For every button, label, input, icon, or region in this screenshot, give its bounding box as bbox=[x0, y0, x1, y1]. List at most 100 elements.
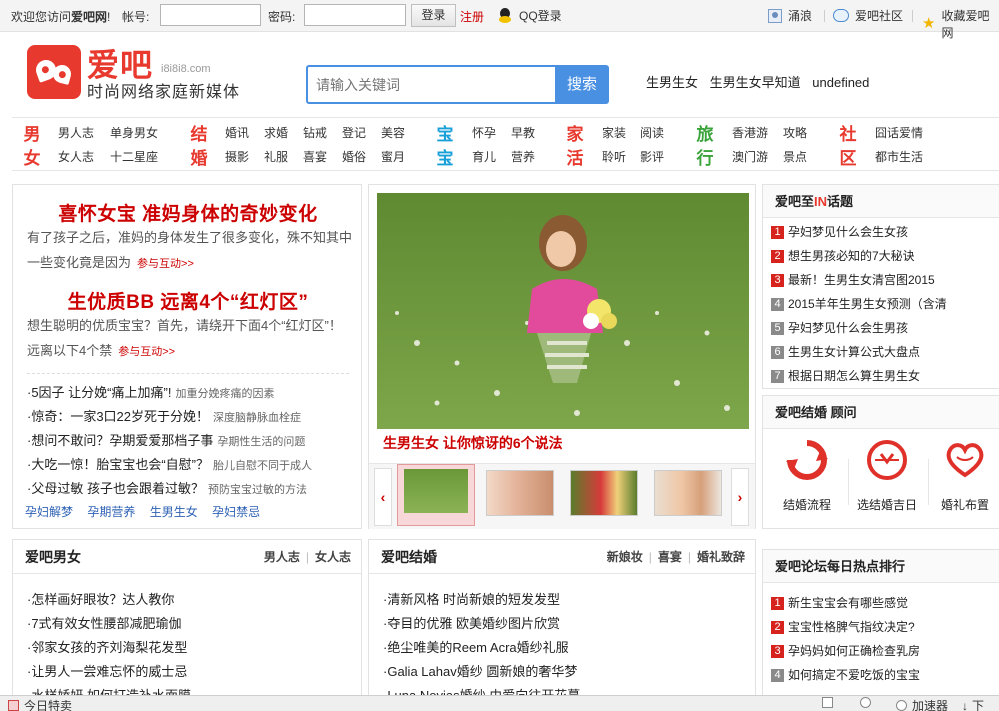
nav-link[interactable]: 蜜月 bbox=[381, 148, 405, 165]
list-item[interactable]: 1 孕妇梦见什么会生女孩 bbox=[771, 220, 999, 244]
wedding-decor-link[interactable]: 婚礼布置 bbox=[927, 437, 999, 513]
list-item[interactable]: ·大吃一惊！胎宝宝也会“自慰”？ 胎儿自慰不同于成人 bbox=[27, 453, 357, 477]
tag-link[interactable]: 生男生女 bbox=[150, 505, 198, 519]
list-item[interactable]: ·5因子 让分娩“痛上加痛”! 加重分娩疼痛的因素 bbox=[27, 381, 357, 405]
tag-link[interactable]: 孕妇解梦 bbox=[25, 505, 73, 519]
featured-title[interactable]: 喜怀女宝 准妈身体的奇妙变化 bbox=[13, 199, 363, 226]
thumbnail[interactable] bbox=[397, 464, 475, 526]
download-button[interactable]: ↓ 下 bbox=[962, 697, 984, 711]
wedding-date-link[interactable]: 选结婚吉日 bbox=[849, 437, 925, 513]
nav-link[interactable]: 婚讯 bbox=[225, 124, 249, 141]
slider-photo[interactable] bbox=[377, 193, 749, 429]
nav-link[interactable]: 十二星座 bbox=[110, 148, 158, 165]
list-item[interactable]: ·想问不敢问？孕期爱爱那档子事 孕期性生活的问题 bbox=[27, 429, 357, 453]
nav-category[interactable]: 旅行 bbox=[695, 123, 715, 171]
nav-link[interactable]: 求婚 bbox=[264, 124, 288, 141]
nav-link[interactable]: 单身男女 bbox=[110, 124, 158, 141]
logo-icon[interactable] bbox=[27, 45, 81, 99]
list-item[interactable]: 5 孕妇梦见什么会生男孩 bbox=[771, 316, 999, 340]
nav-link[interactable]: 男人志 bbox=[58, 124, 94, 141]
list-item[interactable]: 3 最新！生男生女清宫图2015 bbox=[771, 268, 999, 292]
list-item[interactable]: 4 如何搞定不爱吃饭的宝宝 bbox=[771, 663, 999, 687]
list-item[interactable]: ·邻家女孩的齐刘海梨花发型 bbox=[27, 636, 357, 660]
account-input[interactable] bbox=[160, 4, 261, 26]
nav-link[interactable]: 阅读 bbox=[640, 124, 664, 141]
nav-link[interactable]: 香港游 bbox=[732, 124, 768, 141]
community-link[interactable]: 爱吧社区 bbox=[833, 7, 903, 24]
thumbnail[interactable] bbox=[654, 470, 722, 516]
user-link[interactable]: 涌浪 bbox=[768, 7, 812, 24]
register-link[interactable]: 注册 bbox=[460, 8, 484, 25]
nav-link[interactable]: 登记 bbox=[342, 124, 366, 141]
list-item[interactable]: 7 根据日期怎么算生男生女 bbox=[771, 364, 999, 388]
list-item[interactable]: 2 想生男孩必知的7大秘诀 bbox=[771, 244, 999, 268]
login-button[interactable]: 登录 bbox=[411, 4, 456, 27]
section-link[interactable]: 婚礼致辞 bbox=[682, 550, 745, 564]
nav-link[interactable]: 美容 bbox=[381, 124, 405, 141]
tag-link[interactable]: 孕期营养 bbox=[87, 505, 135, 519]
nav-link[interactable]: 早教 bbox=[511, 124, 535, 141]
section-link[interactable]: 喜宴 bbox=[643, 550, 682, 564]
hot-link[interactable]: undefined bbox=[812, 75, 869, 90]
list-item[interactable]: 1 新生宝宝会有哪些感觉 bbox=[771, 591, 999, 615]
nav-link[interactable]: 育儿 bbox=[472, 148, 496, 165]
list-item[interactable]: 4 2015羊年生男生女预测（含清 bbox=[771, 292, 999, 316]
list-item[interactable]: 6 生男生女计算公式大盘点 bbox=[771, 340, 999, 364]
nav-link[interactable]: 钻戒 bbox=[303, 124, 327, 141]
favorite-link[interactable]: ★ 收藏爱吧网 bbox=[922, 7, 999, 41]
nav-link[interactable]: 聆听 bbox=[602, 148, 626, 165]
next-arrow-icon[interactable]: › bbox=[731, 468, 749, 526]
hot-link[interactable]: 生男生女 bbox=[646, 75, 698, 90]
list-item[interactable]: 2 宝宝性格脾气指纹决定? bbox=[771, 615, 999, 639]
section-link[interactable]: 新娘妆 bbox=[607, 550, 643, 564]
nav-link[interactable]: 喜宴 bbox=[303, 148, 327, 165]
list-item[interactable]: ·7式有效女性腰部减肥瑜伽 bbox=[27, 612, 357, 636]
list-item[interactable]: ·Galia Lahav婚纱 圆新娘的奢华梦 bbox=[383, 660, 713, 684]
qq-login-link[interactable]: QQ登录 bbox=[497, 7, 562, 24]
featured-title[interactable]: 生优质BB 远离4个“红灯区” bbox=[13, 287, 363, 314]
nav-link[interactable]: 婚俗 bbox=[342, 148, 366, 165]
nav-link[interactable]: 攻略 bbox=[783, 124, 807, 141]
slider-caption[interactable]: 生男生女 让你惊讶的6个说法 bbox=[383, 433, 563, 453]
nav-link[interactable]: 摄影 bbox=[225, 148, 249, 165]
hot-link[interactable]: 生男生女早知道 bbox=[710, 75, 801, 90]
wedding-process-link[interactable]: 结婚流程 bbox=[769, 437, 845, 513]
refresh-icon[interactable] bbox=[860, 697, 871, 708]
nav-link[interactable]: 澳门游 bbox=[732, 148, 768, 165]
prev-arrow-icon[interactable]: ‹ bbox=[374, 468, 392, 526]
nav-category[interactable]: 结婚 bbox=[189, 123, 209, 171]
list-item[interactable]: 3 孕妈妈如何正确检查乳房 bbox=[771, 639, 999, 663]
nav-link[interactable]: 都市生活 bbox=[875, 148, 923, 165]
nav-category[interactable]: 家活 bbox=[565, 123, 585, 171]
list-item[interactable]: ·夺目的优雅 欧美婚纱图片欣赏 bbox=[383, 612, 713, 636]
tag-link[interactable]: 孕妇禁忌 bbox=[212, 505, 260, 519]
nav-link[interactable]: 营养 bbox=[511, 148, 535, 165]
more-link[interactable]: 参与互动>> bbox=[118, 346, 175, 358]
password-input[interactable] bbox=[304, 4, 406, 26]
list-item[interactable]: ·惊奇：一家3口22岁死于分娩！ 深度脑静脉血栓症 bbox=[27, 405, 357, 429]
nav-link[interactable]: 影评 bbox=[640, 148, 664, 165]
list-item[interactable]: ·父母过敏 孩子也会跟着过敏？ 预防宝宝过敏的方法 bbox=[27, 477, 357, 501]
nav-category[interactable]: 男女 bbox=[22, 123, 42, 171]
thumbnail[interactable] bbox=[570, 470, 638, 516]
nav-link[interactable]: 礼服 bbox=[264, 148, 288, 165]
nav-link[interactable]: 女人志 bbox=[58, 148, 94, 165]
list-item[interactable]: ·绝尘唯美的Reem Acra婚纱礼服 bbox=[383, 636, 713, 660]
nav-link[interactable]: 囧话爱情 bbox=[875, 124, 923, 141]
daily-deals-link[interactable]: 今日特卖 bbox=[8, 697, 72, 711]
nav-link[interactable]: 家装 bbox=[602, 124, 626, 141]
nav-link[interactable]: 怀孕 bbox=[472, 124, 496, 141]
list-item[interactable]: ·怎样画好眼妆？达人教你 bbox=[27, 588, 357, 612]
nav-category[interactable]: 社区 bbox=[838, 123, 858, 171]
nav-link[interactable]: 景点 bbox=[783, 148, 807, 165]
nav-category[interactable]: 宝宝 bbox=[435, 123, 455, 171]
accelerator-button[interactable]: 加速器 bbox=[896, 697, 948, 711]
search-input[interactable] bbox=[308, 67, 555, 102]
list-item[interactable]: ·清新风格 时尚新娘的短发发型 bbox=[383, 588, 713, 612]
thumbnail[interactable] bbox=[486, 470, 554, 516]
page-icon[interactable] bbox=[822, 697, 833, 708]
search-button[interactable]: 搜索 bbox=[555, 65, 609, 104]
section-link[interactable]: 女人志 bbox=[300, 550, 351, 564]
more-link[interactable]: 参与互动>> bbox=[137, 258, 194, 270]
section-link[interactable]: 男人志 bbox=[264, 550, 300, 564]
